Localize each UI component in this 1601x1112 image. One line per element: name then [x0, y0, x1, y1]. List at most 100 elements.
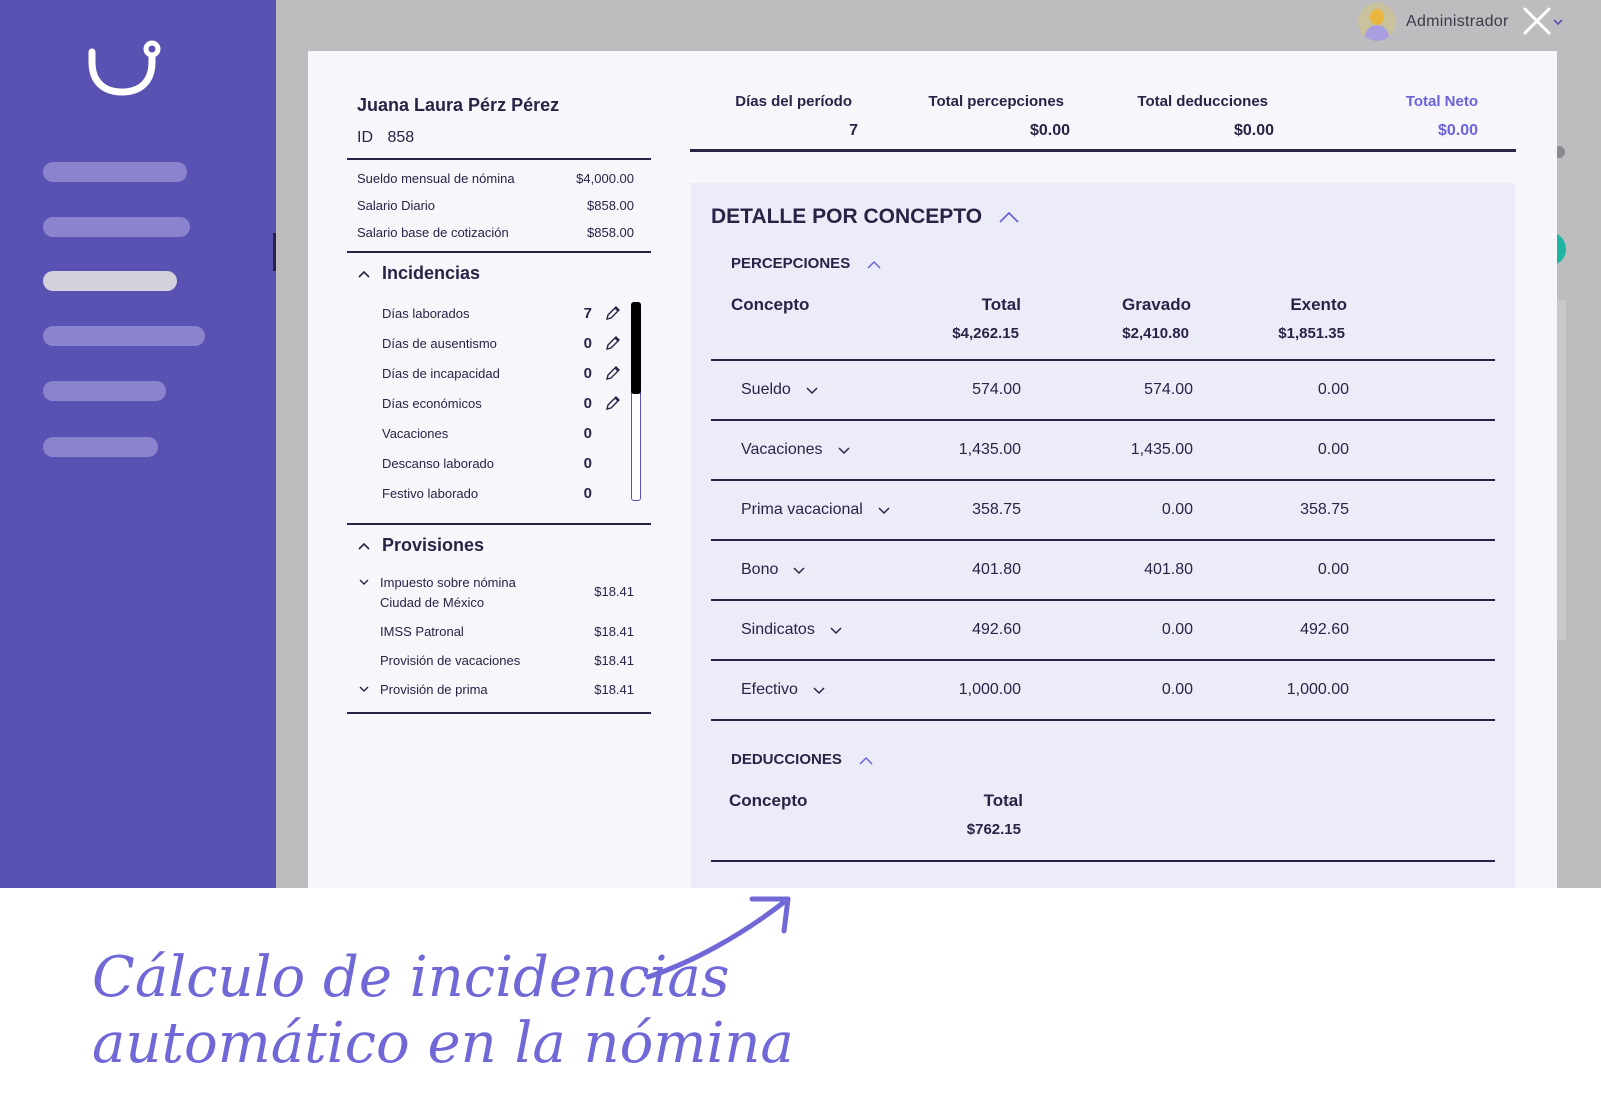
- incidencia-value: 0: [583, 484, 592, 502]
- sidebar-item-4[interactable]: [43, 326, 205, 346]
- concept-cell: Bono: [741, 561, 806, 579]
- payroll-detail-modal: Juana Laura Pérz Pérez ID 858 Sueldo men…: [308, 51, 1557, 888]
- exento-cell: 0.00: [1317, 561, 1349, 578]
- chevron-up-icon: [358, 542, 370, 550]
- provisiones-toggle[interactable]: Provisiones: [358, 535, 484, 556]
- total-cell: 358.75: [972, 501, 1021, 518]
- incidencia-value: 0: [583, 364, 592, 382]
- background-marker: [273, 233, 276, 271]
- provision-label: Impuesto sobre nómina Ciudad de México: [380, 573, 594, 613]
- detail-panel: DETALLE POR CONCEPTO PERCEPCIONES Concep…: [691, 183, 1515, 888]
- table-row[interactable]: Prima vacacional 358.75 0.00 358.75: [711, 479, 1495, 540]
- pencil-icon[interactable]: [604, 304, 622, 322]
- summary-dias-label: Días del período: [735, 93, 852, 110]
- incidencia-value: 7: [583, 304, 592, 322]
- provision-label: IMSS Patronal: [380, 624, 464, 639]
- provision-row[interactable]: Provisión de prima $18.41: [358, 680, 634, 700]
- percepciones-title: PERCEPCIONES: [731, 255, 851, 272]
- incidencia-row: Días laborados 7: [382, 303, 622, 323]
- close-icon[interactable]: [1522, 6, 1552, 36]
- sidebar: [0, 0, 276, 888]
- incidencia-value: 0: [583, 454, 592, 472]
- col-total-exento: $1,851.35: [1278, 325, 1345, 342]
- sidebar-item-5[interactable]: [43, 381, 166, 401]
- summary-divider: [690, 149, 1516, 152]
- incidencia-value: 0: [583, 424, 592, 442]
- app-window: Administrador Juana Laura Pérz Pérez ID …: [0, 0, 1601, 888]
- divider: [347, 251, 651, 253]
- col-head-gravado: Gravado: [1122, 295, 1191, 314]
- provision-row[interactable]: Impuesto sobre nómina Ciudad de México $1…: [358, 573, 634, 613]
- table-row[interactable]: Vacaciones 1,435.00 1,435.00 0.00: [711, 419, 1495, 480]
- deducciones-col-total: $762.15: [966, 821, 1021, 838]
- deducciones-col-head-concepto: Concepto: [729, 791, 808, 810]
- incidencia-row: Descanso laborado 0: [382, 453, 622, 473]
- incidencia-label: Días de ausentismo: [382, 335, 497, 351]
- col-head-concepto: Concepto: [731, 295, 810, 314]
- summary-deducciones-label: Total deducciones: [1137, 93, 1268, 110]
- deducciones-col-head-total: Total: [983, 791, 1023, 810]
- sidebar-item-6[interactable]: [43, 437, 158, 457]
- col-head-exento: Exento: [1290, 295, 1347, 314]
- provision-value: $18.41: [594, 653, 634, 668]
- table-row[interactable]: Bono 401.80 401.80 0.00: [711, 539, 1495, 600]
- concept-label: Efectivo: [741, 681, 798, 698]
- pencil-icon[interactable]: [604, 364, 622, 382]
- salary-value: $4,000.00: [576, 171, 634, 186]
- pencil-icon[interactable]: [604, 394, 622, 412]
- detail-toggle[interactable]: DETALLE POR CONCEPTO: [711, 205, 1020, 229]
- incidencias-toggle[interactable]: Incidencias: [358, 263, 480, 284]
- total-cell: 574.00: [972, 381, 1021, 398]
- deducciones-toggle[interactable]: DEDUCCIONES: [731, 751, 874, 768]
- scrollbar-thumb[interactable]: [631, 302, 641, 394]
- chevron-down-icon: [830, 626, 842, 634]
- chevron-up-icon: [867, 260, 881, 269]
- col-total-gravado: $2,410.80: [1122, 325, 1189, 342]
- incidencia-value: 0: [583, 334, 592, 352]
- employee-name: Juana Laura Pérz Pérez: [357, 95, 560, 115]
- percepciones-toggle[interactable]: PERCEPCIONES: [731, 255, 882, 272]
- caption-line-1: Cálculo de incidencias: [92, 945, 730, 1010]
- provision-label: Provisión de vacaciones: [380, 653, 521, 668]
- incidencia-value: 0: [583, 394, 592, 412]
- pencil-icon[interactable]: [604, 334, 622, 352]
- sidebar-item-2[interactable]: [43, 217, 190, 237]
- incidencia-row: Vacaciones 0: [382, 423, 622, 443]
- concept-cell: Efectivo: [741, 681, 826, 699]
- exento-cell: 0.00: [1317, 381, 1349, 398]
- gravado-cell: 401.80: [1144, 561, 1193, 578]
- total-cell: 1,435.00: [958, 441, 1021, 458]
- incidencia-label: Vacaciones: [382, 425, 449, 441]
- summary-percepciones-label: Total percepciones: [928, 93, 1064, 110]
- incidencias-scrollbar[interactable]: [631, 302, 641, 501]
- chevron-down-icon: [813, 686, 825, 694]
- exento-cell: 358.75: [1300, 501, 1349, 518]
- gravado-cell: 0.00: [1161, 501, 1193, 518]
- incidencia-row: Días de incapacidad 0: [382, 363, 622, 383]
- table-row[interactable]: Efectivo 1,000.00 0.00 1,000.00: [711, 659, 1495, 721]
- chevron-up-icon: [859, 756, 873, 765]
- salary-label: Salario Diario: [357, 198, 436, 213]
- sidebar-item-1[interactable]: [43, 162, 187, 182]
- caption: Cálculo de incidencias automático en la …: [92, 945, 794, 1077]
- incidencia-label: Festivo laborado: [382, 485, 479, 501]
- exento-cell: 492.60: [1300, 621, 1349, 638]
- chevron-down-icon: [878, 506, 890, 514]
- divider: [347, 158, 651, 160]
- table-row[interactable]: Sindicatos 492.60 0.00 492.60: [711, 599, 1495, 660]
- gravado-cell: 574.00: [1144, 381, 1193, 398]
- concept-label: Prima vacacional: [741, 501, 863, 518]
- provision-value: $18.41: [594, 584, 634, 599]
- chevron-down-icon: [359, 579, 369, 585]
- incidencia-row: Días de ausentismo 0: [382, 333, 622, 353]
- total-cell: 1,000.00: [958, 681, 1021, 698]
- incidencias-title: Incidencias: [382, 263, 481, 283]
- summary-percepciones-value: $0.00: [1029, 122, 1070, 139]
- employee-id-value: 858: [387, 129, 415, 146]
- table-row[interactable]: Sueldo 574.00 574.00 0.00: [711, 359, 1495, 420]
- provisiones-title: Provisiones: [382, 535, 485, 555]
- salary-row: Sueldo mensual de nómina $4,000.00: [357, 171, 634, 186]
- sidebar-item-3-active[interactable]: [43, 271, 177, 291]
- provision-row: Provisión de vacaciones $18.41: [358, 651, 634, 671]
- provision-label-line1: Impuesto sobre nómina: [380, 575, 516, 590]
